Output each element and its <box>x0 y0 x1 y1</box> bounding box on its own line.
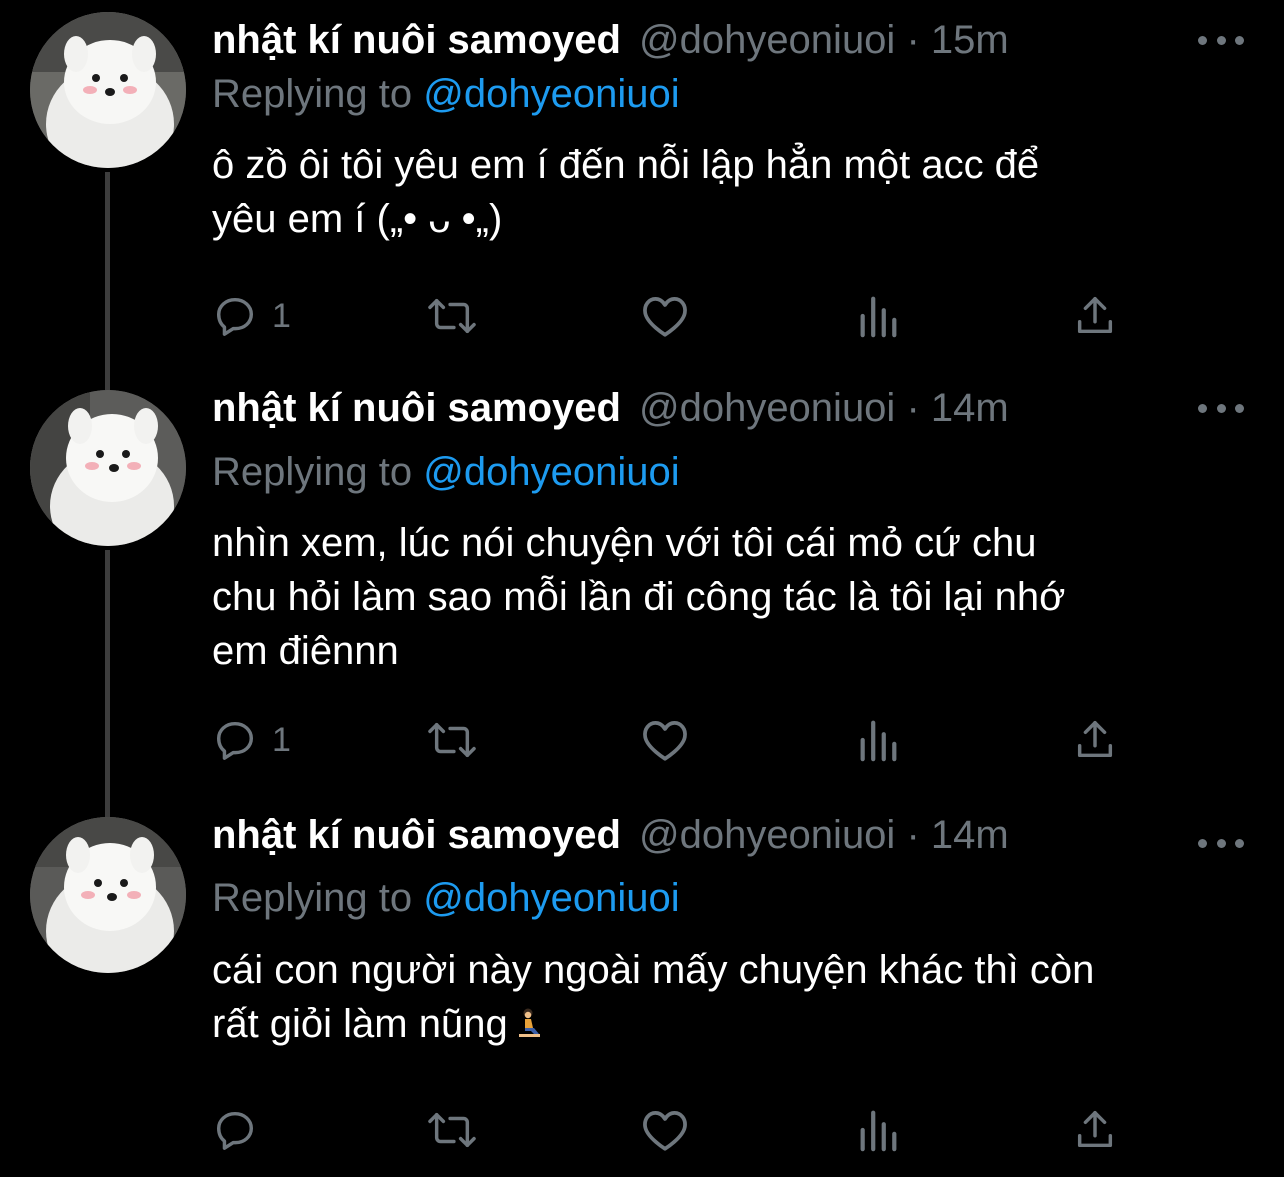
tweet-text-content: cái con người này ngoài mấy chuyện khác … <box>212 948 1095 1046</box>
tweet-text: nhìn xem, lúc nói chuyện với tôi cái mỏ … <box>212 521 1066 673</box>
speech-bubble-icon <box>216 1111 254 1150</box>
user-handle[interactable]: @dohyeoniuoi <box>639 18 895 62</box>
display-name[interactable]: nhật kí nuôi samoyed <box>212 18 621 62</box>
bar-chart-icon <box>860 296 897 338</box>
avatar[interactable] <box>30 817 186 973</box>
tweet-text: ô zồ ôi tôi yêu em í đến nỗi lập hẳn một… <box>212 143 1040 241</box>
tweet[interactable]: nhật kí nuôi samoyed @dohyeoniuoi · 14m R… <box>0 386 1284 817</box>
replying-to-label: Replying to <box>212 876 413 920</box>
reply-count: 1 <box>272 720 291 759</box>
thread-connector-line <box>105 172 110 390</box>
replying-to: Replying to @dohyeoniuoi <box>212 874 680 922</box>
tweet-header: nhật kí nuôi samoyed @dohyeoniuoi · 14m <box>212 811 1009 859</box>
speech-bubble-icon <box>216 297 254 336</box>
avatar[interactable] <box>30 390 186 546</box>
separator-dot: · <box>906 18 920 62</box>
avatar[interactable] <box>30 12 186 168</box>
bar-chart-icon <box>860 720 897 762</box>
replying-to-mention[interactable]: @dohyeoniuoi <box>423 876 679 920</box>
heart-icon <box>643 721 687 761</box>
timestamp[interactable]: 14m <box>931 386 1009 430</box>
bar-chart-icon <box>860 1110 897 1152</box>
replying-to-label: Replying to <box>212 72 413 116</box>
share-button[interactable] <box>1072 710 1118 770</box>
reply-count: 1 <box>272 296 291 335</box>
more-options-icon[interactable] <box>1198 398 1244 418</box>
retweet-button[interactable] <box>424 286 480 346</box>
replying-to-label: Replying to <box>212 450 413 494</box>
reply-button[interactable]: 1 <box>212 286 291 346</box>
display-name[interactable]: nhật kí nuôi samoyed <box>212 386 621 430</box>
share-upload-icon <box>1077 297 1113 334</box>
more-options-icon[interactable] <box>1198 833 1244 853</box>
like-button[interactable] <box>640 710 690 770</box>
replying-to-mention[interactable]: @dohyeoniuoi <box>423 450 679 494</box>
thread-connector-line <box>105 550 110 817</box>
user-handle[interactable]: @dohyeoniuoi <box>639 813 895 857</box>
like-button[interactable] <box>640 1100 690 1160</box>
heart-icon <box>643 1111 687 1151</box>
speech-bubble-icon <box>216 721 254 760</box>
person-kneeling-emoji-icon <box>516 1001 542 1055</box>
like-button[interactable] <box>640 286 690 346</box>
stats-button[interactable] <box>856 1100 900 1160</box>
tweet-header: nhật kí nuôi samoyed @dohyeoniuoi · 14m <box>212 384 1009 432</box>
heart-icon <box>643 297 687 337</box>
reply-button[interactable] <box>212 1100 272 1160</box>
replying-to: Replying to @dohyeoniuoi <box>212 448 680 496</box>
tweet-thread: nhật kí nuôi samoyed @dohyeoniuoi · 15m R… <box>0 0 1284 1177</box>
display-name[interactable]: nhật kí nuôi samoyed <box>212 813 621 857</box>
tweet-text: cái con người này ngoài mấy chuyện khác … <box>212 943 1252 1055</box>
retweet-button[interactable] <box>424 710 480 770</box>
separator-dot: · <box>906 813 920 857</box>
more-options-icon[interactable] <box>1198 30 1244 50</box>
share-button[interactable] <box>1072 286 1118 346</box>
user-handle[interactable]: @dohyeoniuoi <box>639 386 895 430</box>
share-button[interactable] <box>1072 1100 1118 1160</box>
share-upload-icon <box>1077 721 1113 758</box>
reply-button[interactable]: 1 <box>212 710 291 770</box>
tweet[interactable]: nhật kí nuôi samoyed @dohyeoniuoi · 15m R… <box>0 0 1284 390</box>
timestamp[interactable]: 15m <box>931 18 1009 62</box>
tweet-header: nhật kí nuôi samoyed @dohyeoniuoi · 15m <box>212 16 1009 64</box>
tweet-actions: 1 <box>212 710 1172 770</box>
stats-button[interactable] <box>856 286 900 346</box>
share-upload-icon <box>1077 1111 1113 1148</box>
replying-to: Replying to @dohyeoniuoi <box>212 70 680 118</box>
retweet-arrows-icon <box>428 1112 476 1148</box>
retweet-arrows-icon <box>428 298 476 334</box>
tweet[interactable]: nhật kí nuôi samoyed @dohyeoniuoi · 14m R… <box>0 813 1284 1177</box>
separator-dot: · <box>906 386 920 430</box>
retweet-arrows-icon <box>428 722 476 758</box>
timestamp[interactable]: 14m <box>931 813 1009 857</box>
stats-button[interactable] <box>856 710 900 770</box>
retweet-button[interactable] <box>424 1100 480 1160</box>
replying-to-mention[interactable]: @dohyeoniuoi <box>423 72 679 116</box>
tweet-actions <box>212 1100 1172 1160</box>
tweet-actions: 1 <box>212 286 1172 346</box>
